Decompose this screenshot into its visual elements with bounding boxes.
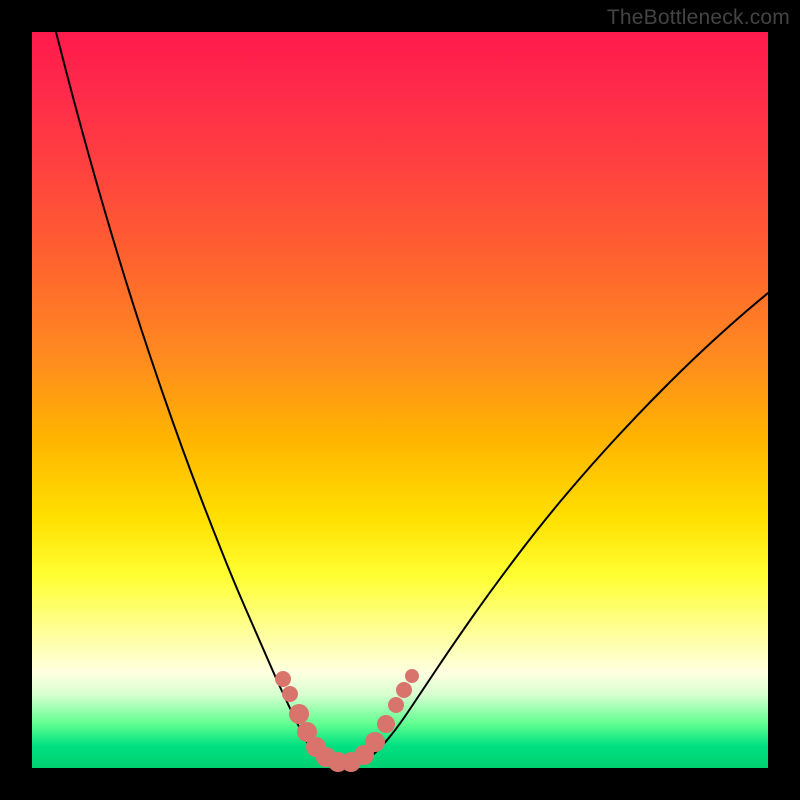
bead-right-3 bbox=[377, 715, 395, 733]
chart-plot-area bbox=[32, 32, 768, 768]
chart-svg bbox=[32, 32, 768, 768]
bead-right-5 bbox=[396, 682, 412, 698]
bead-left-3 bbox=[289, 704, 309, 724]
bead-group bbox=[275, 669, 419, 772]
curve-right bbox=[362, 293, 768, 762]
bead-right-4 bbox=[388, 697, 404, 713]
curve-left bbox=[56, 32, 308, 744]
bead-right-2 bbox=[365, 732, 385, 752]
bead-left-1 bbox=[275, 671, 291, 687]
bead-left-2 bbox=[282, 686, 298, 702]
watermark-text: TheBottleneck.com bbox=[607, 6, 790, 30]
bead-right-6 bbox=[405, 669, 419, 683]
chart-frame: TheBottleneck.com bbox=[0, 0, 800, 800]
curve-group bbox=[56, 32, 768, 764]
